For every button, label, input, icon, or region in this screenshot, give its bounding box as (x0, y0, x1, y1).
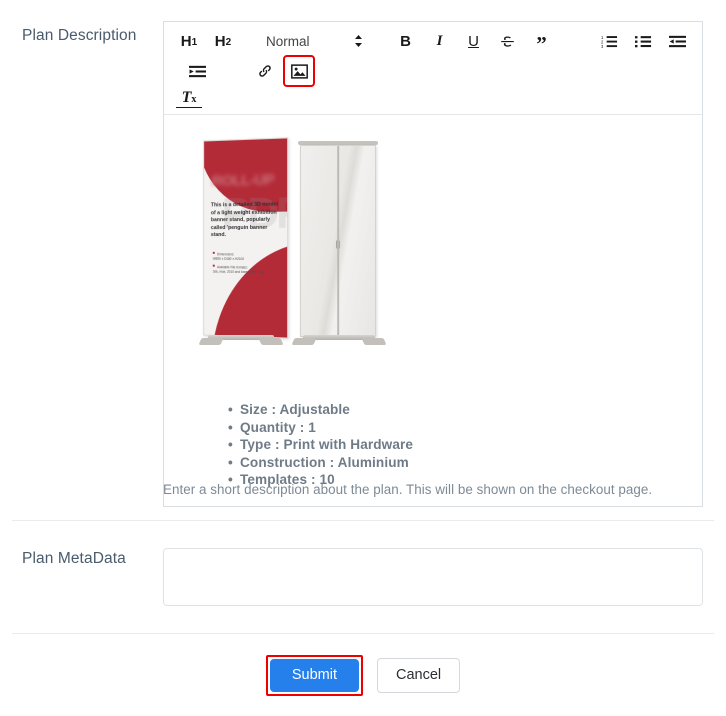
banner-spec-2: Available File formats: 3ds, max, 2010 an… (212, 264, 274, 274)
banner-spec-1-value: W850 x D180 x H2100 (212, 256, 245, 261)
section-divider-bottom (12, 633, 714, 634)
underline-button[interactable]: U (461, 28, 487, 54)
base-foot-left (291, 338, 317, 345)
list-item: Size : Adjustable (228, 401, 688, 419)
banner-stand-image[interactable]: PDF ROLL-UP This is a detailed 3D model … (190, 129, 390, 369)
bullet-square-icon (212, 264, 216, 267)
image-icon (290, 63, 308, 79)
clear-format-label: T (181, 88, 192, 106)
blank-banner-panel (300, 145, 376, 337)
format-picker-label: Normal (266, 33, 310, 49)
rich-text-editor: H1 H2 Normal B I U ” 1 2 3 T x PDF ROLL-… (163, 21, 703, 507)
submit-button[interactable]: Submit (269, 659, 359, 692)
bullet-list-button[interactable] (631, 28, 657, 54)
plan-metadata-label: Plan MetaData (22, 550, 126, 567)
banner-spec-block: Dimensions: W850 x D180 x H2100 Available… (212, 251, 274, 278)
header-1-sub: 1 (191, 37, 198, 48)
banner-base-left (198, 333, 284, 345)
section-divider-top (12, 520, 714, 521)
base-foot-right (258, 338, 284, 345)
outdent-icon (669, 34, 687, 49)
editor-content-area[interactable]: PDF ROLL-UP This is a detailed 3D model … (163, 115, 703, 507)
printed-banner-stand: PDF ROLL-UP This is a detailed 3D model … (198, 137, 289, 345)
outdent-button[interactable] (665, 28, 691, 54)
header-2-label: H (214, 32, 226, 50)
indent-icon (188, 64, 206, 79)
italic-button[interactable]: I (427, 28, 453, 54)
plan-description-help-text: Enter a short description about the plan… (163, 482, 653, 497)
banner-headline: ROLL-UP (211, 171, 275, 190)
form-actions: Submit Cancel (0, 655, 726, 696)
image-button[interactable] (283, 55, 315, 87)
blank-banner-stand (291, 141, 387, 345)
ordered-list-button[interactable]: 1 2 3 (597, 28, 623, 54)
indent-button[interactable] (184, 58, 210, 84)
link-button[interactable] (252, 58, 278, 84)
list-item: Type : Print with Hardware (228, 436, 688, 454)
cancel-button[interactable]: Cancel (377, 658, 461, 693)
base-foot-left (198, 338, 224, 345)
bullet-list-icon (635, 34, 652, 49)
plan-description-label: Plan Description (22, 27, 137, 44)
format-picker[interactable]: Normal (266, 34, 363, 49)
banner-spec-2-value: 3ds, max, 2010 and lower, FBX , obj (212, 269, 264, 274)
svg-text:3: 3 (601, 44, 604, 49)
clear-format-sub: x (191, 93, 197, 105)
submit-button-highlight: Submit (265, 655, 363, 696)
header-2-button[interactable]: H2 (210, 28, 236, 54)
header-1-button[interactable]: H1 (176, 28, 202, 54)
banner-spec-1: Dimensions: W850 x D180 x H2100 (212, 251, 274, 262)
banner-base-right (291, 333, 387, 345)
plan-spec-list: Size : Adjustable Quantity : 1 Type : Pr… (178, 401, 688, 489)
strikethrough-icon (500, 34, 515, 49)
editor-toolbar: H1 H2 Normal B I U ” 1 2 3 T x (163, 21, 703, 115)
bullet-square-icon (212, 251, 216, 255)
header-1-label: H (180, 32, 192, 50)
list-item: Quantity : 1 (228, 419, 688, 437)
plan-metadata-input[interactable] (163, 548, 703, 606)
ordered-list-icon: 1 2 3 (601, 34, 618, 49)
clear-format-button[interactable]: Tx (176, 88, 202, 108)
plan-form-page: Plan Description H1 H2 Normal B I U ” 1 … (0, 0, 726, 716)
plan-description-row: Plan Description H1 H2 Normal B I U ” 1 … (0, 0, 726, 520)
link-icon (257, 63, 273, 79)
bold-button[interactable]: B (393, 28, 419, 54)
base-foot-right (361, 338, 387, 345)
banner-knob (336, 240, 340, 249)
blockquote-button[interactable]: ” (529, 28, 555, 55)
list-item: Construction : Aluminium (228, 454, 688, 472)
banner-spec-1-title: Dimensions: (217, 252, 235, 257)
chevron-updown-icon (354, 34, 363, 48)
strikethrough-button[interactable] (495, 28, 521, 54)
header-2-sub: 2 (225, 37, 232, 48)
banner-copy-text: This is a detailed 3D model of a light w… (210, 201, 278, 239)
printed-banner-panel: PDF ROLL-UP This is a detailed 3D model … (203, 137, 289, 339)
